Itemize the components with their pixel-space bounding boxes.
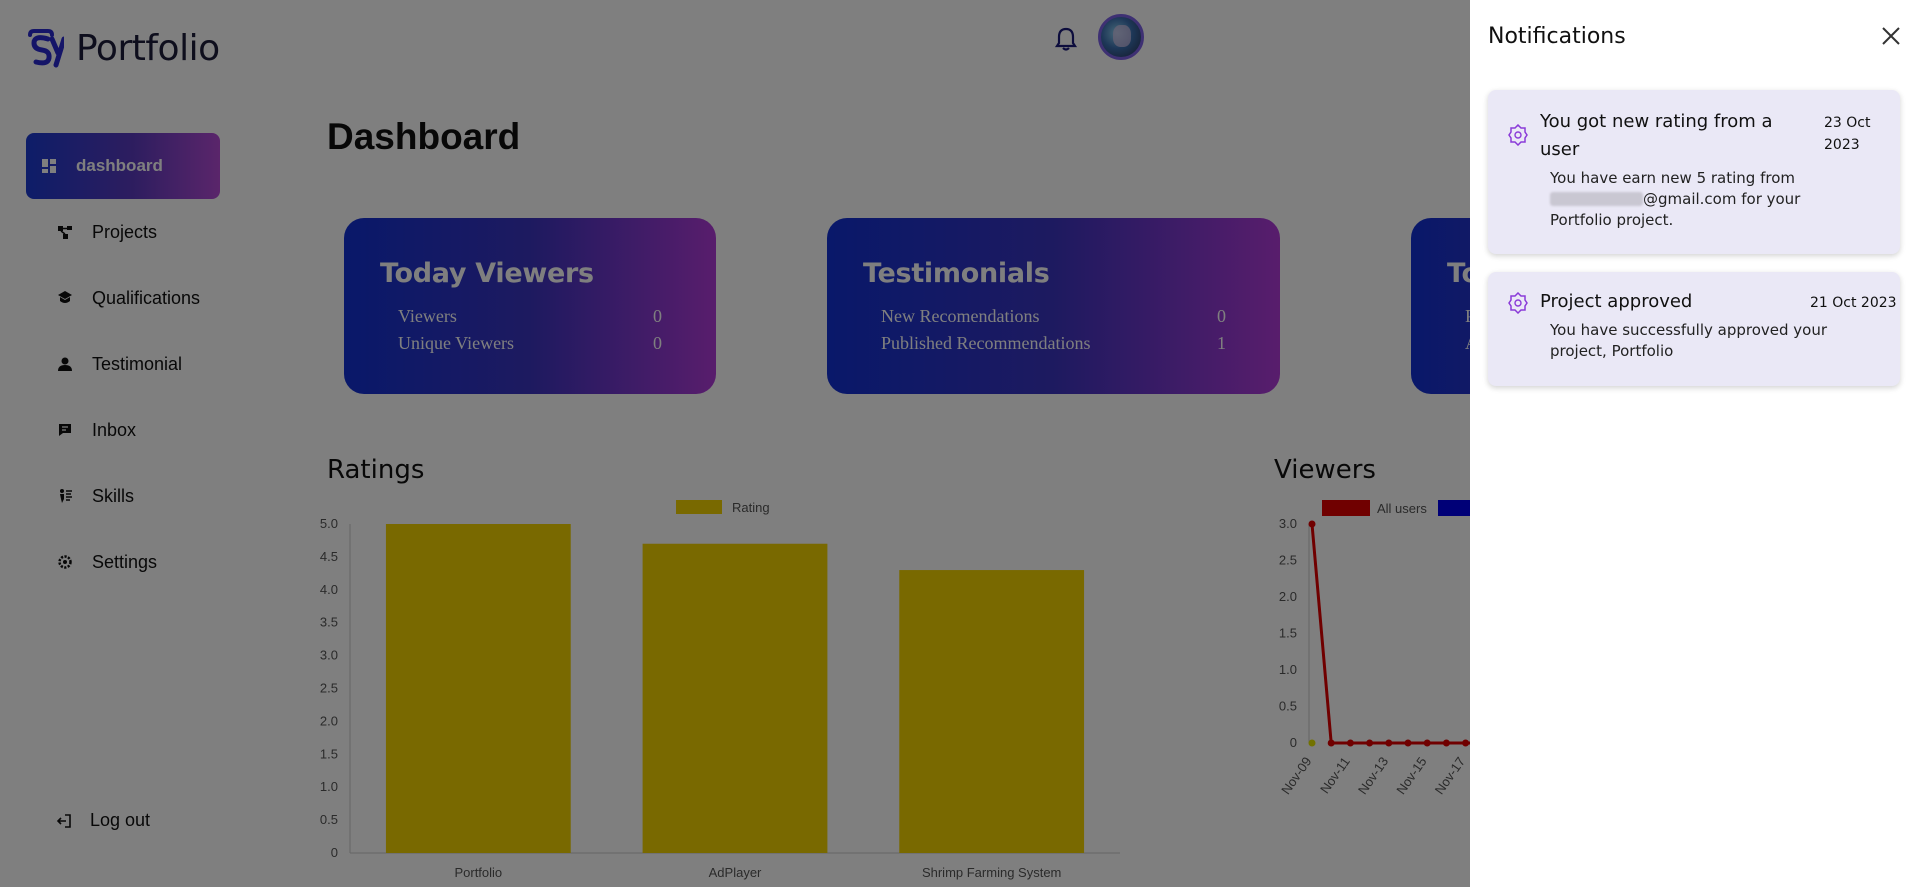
- notification-body-line: project, Portfolio: [1550, 342, 1674, 360]
- notification-date: 23 Oct 2023: [1824, 112, 1870, 156]
- notification-badge-icon: [1508, 292, 1528, 314]
- redacted-email: [1550, 192, 1643, 206]
- notification-item[interactable]: Project approved 21 Oct 2023 You have su…: [1488, 272, 1900, 386]
- notification-date: 21 Oct 2023: [1810, 295, 1897, 311]
- notification-body: You have successfully approved your proj…: [1550, 320, 1827, 362]
- notifications-title: Notifications: [1488, 24, 1626, 49]
- notification-title-line: You got new rating from a: [1540, 111, 1773, 132]
- notification-body-line: Portfolio project.: [1550, 211, 1674, 229]
- notification-body-line: You have successfully approved your: [1550, 321, 1828, 339]
- notification-body: You have earn new 5 rating from @gmail.c…: [1550, 168, 1800, 231]
- notification-title: Project approved: [1540, 291, 1693, 312]
- notification-title-line: user: [1540, 139, 1580, 160]
- notifications-panel: Notifications You got new rating from a …: [1470, 0, 1917, 887]
- notification-body-email-suffix: @gmail.com for your: [1643, 190, 1801, 208]
- notification-badge-icon: [1508, 124, 1528, 146]
- notification-body-line: You have earn new 5 rating from: [1550, 169, 1795, 187]
- notification-body-line: @gmail.com for your: [1550, 189, 1800, 210]
- notification-date-line: 2023: [1824, 137, 1860, 153]
- close-icon[interactable]: [1879, 24, 1903, 48]
- notification-date-line: 23 Oct: [1824, 115, 1871, 131]
- notification-title: You got new rating from a user: [1540, 108, 1773, 164]
- notification-item[interactable]: You got new rating from a user 23 Oct 20…: [1488, 90, 1900, 254]
